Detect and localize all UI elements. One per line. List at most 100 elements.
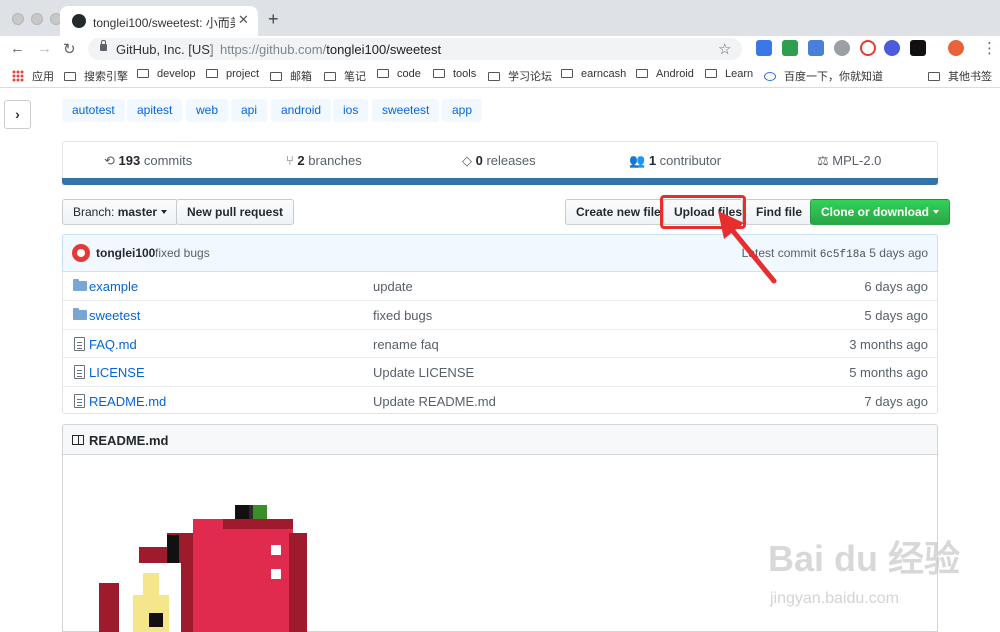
- caret-down-icon: [933, 210, 939, 214]
- file-name-link[interactable]: LICENSE: [89, 365, 145, 380]
- minimize-window-button[interactable]: [31, 13, 43, 25]
- file-commit-message[interactable]: update: [373, 279, 413, 294]
- folder-icon: [705, 69, 717, 78]
- folder-icon: [137, 69, 149, 78]
- commits-link[interactable]: ⟲ 193 commits: [104, 153, 192, 169]
- commit-author[interactable]: tonglei100: [96, 246, 155, 260]
- back-icon[interactable]: ←: [10, 40, 25, 57]
- file-age: 6 days ago: [864, 279, 928, 294]
- extension-icon[interactable]: [834, 40, 850, 56]
- extension-icon[interactable]: [756, 40, 772, 56]
- close-window-button[interactable]: [12, 13, 24, 25]
- avatar[interactable]: [72, 244, 90, 262]
- github-icon: [72, 14, 86, 28]
- forward-icon[interactable]: →: [37, 40, 52, 57]
- branch-select-button[interactable]: Branch: master: [62, 199, 179, 225]
- file-commit-message[interactable]: rename faq: [373, 337, 439, 352]
- create-new-file-button[interactable]: Create new file: [565, 199, 672, 225]
- translate-icon[interactable]: [808, 40, 824, 56]
- browser-tabstrip: tonglei100/sweetest: 小而美的 ✕ +: [0, 0, 1000, 36]
- contributors-link[interactable]: 👥 1 contributor: [629, 153, 721, 169]
- bookmark-folder[interactable]: Android: [636, 68, 694, 80]
- bookmark-folder[interactable]: 学习论坛: [488, 68, 552, 84]
- releases-link[interactable]: ◇ 0 releases: [462, 153, 536, 169]
- bookmarks-bar: 应用 搜索引擎 develop project 邮箱 笔记 code tools…: [0, 62, 1000, 88]
- folder-icon: [488, 72, 500, 81]
- commit-message[interactable]: fixed bugs: [155, 246, 210, 260]
- annotation-arrow-icon: [718, 211, 777, 284]
- bookmark-folder[interactable]: code: [377, 68, 421, 80]
- bookmark-apps[interactable]: 应用: [12, 68, 54, 84]
- bookmark-folder[interactable]: develop: [137, 68, 196, 80]
- file-commit-message[interactable]: Update LICENSE: [373, 365, 474, 380]
- topic-tag[interactable]: api: [231, 99, 268, 122]
- clone-or-download-button[interactable]: Clone or download: [810, 199, 950, 225]
- baidu-watermark-url: jingyan.baidu.com: [770, 590, 899, 607]
- file-name-link[interactable]: example: [89, 279, 138, 294]
- file-commit-message[interactable]: Update README.md: [373, 394, 496, 409]
- file-name-link[interactable]: sweetest: [89, 308, 140, 323]
- baidu-paw-icon: [764, 72, 776, 81]
- extension-icon[interactable]: [884, 40, 900, 56]
- bookmark-baidu[interactable]: 百度一下，你就知道: [764, 68, 883, 84]
- bookmark-folder[interactable]: Learn: [705, 68, 753, 80]
- expand-sidebar-button[interactable]: ›: [4, 100, 31, 129]
- folder-icon: [561, 69, 573, 78]
- file-commit-message[interactable]: fixed bugs: [373, 308, 432, 323]
- pixel-apple-logo: [99, 505, 307, 632]
- bookmark-folder[interactable]: tools: [433, 68, 476, 80]
- address-bar[interactable]: GitHub, Inc. [US] | https://github.com/t…: [88, 38, 742, 60]
- extension-icon[interactable]: [782, 40, 798, 56]
- branches-link[interactable]: ⑂ 2 branches: [286, 153, 362, 168]
- extension-icon[interactable]: [910, 40, 926, 56]
- tab-close-icon[interactable]: ✕: [238, 12, 249, 28]
- license-link[interactable]: ⚖ MPL-2.0: [817, 153, 881, 169]
- url-prefix: https://github.com/: [220, 42, 327, 57]
- topic-tag[interactable]: ios: [333, 99, 369, 122]
- browser-tab[interactable]: tonglei100/sweetest: 小而美的 ✕: [60, 6, 258, 36]
- bookmark-folder[interactable]: 笔记: [324, 68, 366, 84]
- file-name-link[interactable]: FAQ.md: [89, 337, 137, 352]
- readme-title: README.md: [89, 433, 169, 448]
- file-row: README.md Update README.md 7 days ago: [63, 386, 937, 414]
- commit-sha[interactable]: 6c5f18a: [820, 249, 866, 261]
- topic-tag[interactable]: app: [442, 99, 483, 122]
- file-row: LICENSE Update LICENSE 5 months ago: [63, 357, 937, 385]
- bookmark-other[interactable]: 其他书签: [928, 68, 992, 84]
- profile-icon[interactable]: [948, 40, 964, 56]
- topic-tag[interactable]: apitest: [127, 99, 183, 122]
- caret-down-icon: [161, 210, 168, 214]
- history-icon: ⟲: [104, 153, 119, 168]
- language-bar[interactable]: [62, 178, 938, 185]
- topic-tag[interactable]: android: [271, 99, 332, 122]
- lock-icon: [100, 40, 107, 51]
- file-row: sweetest fixed bugs 5 days ago: [63, 300, 937, 328]
- folder-icon: [206, 69, 218, 78]
- reload-icon[interactable]: ↻: [63, 40, 76, 58]
- law-icon: ⚖: [817, 153, 833, 168]
- topic-tag[interactable]: sweetest: [372, 99, 440, 122]
- folder-icon: [324, 72, 336, 81]
- file-age: 3 months ago: [849, 337, 928, 352]
- new-pull-request-button[interactable]: New pull request: [176, 199, 295, 225]
- bookmark-folder[interactable]: project: [206, 68, 259, 80]
- people-icon: 👥: [629, 153, 649, 168]
- tag-icon: ◇: [462, 153, 476, 168]
- folder-icon: [377, 69, 389, 78]
- file-name-link[interactable]: README.md: [89, 394, 166, 409]
- folder-icon: [73, 279, 87, 291]
- folder-icon: [64, 72, 76, 81]
- menu-icon[interactable]: ⋮: [982, 39, 997, 57]
- folder-icon: [270, 72, 282, 81]
- topic-tag[interactable]: web: [186, 99, 229, 122]
- bookmark-star-icon[interactable]: ☆: [718, 40, 731, 58]
- topic-tag[interactable]: autotest: [62, 99, 125, 122]
- file-age: 7 days ago: [864, 394, 928, 409]
- new-tab-button[interactable]: +: [268, 9, 279, 30]
- bookmark-folder[interactable]: 邮箱: [270, 68, 312, 84]
- extension-icon[interactable]: [860, 40, 876, 56]
- bookmark-folder[interactable]: earncash: [561, 68, 626, 80]
- bookmark-folder[interactable]: 搜索引擎: [64, 68, 128, 84]
- folder-icon: [928, 72, 940, 81]
- file-age: 5 days ago: [864, 308, 928, 323]
